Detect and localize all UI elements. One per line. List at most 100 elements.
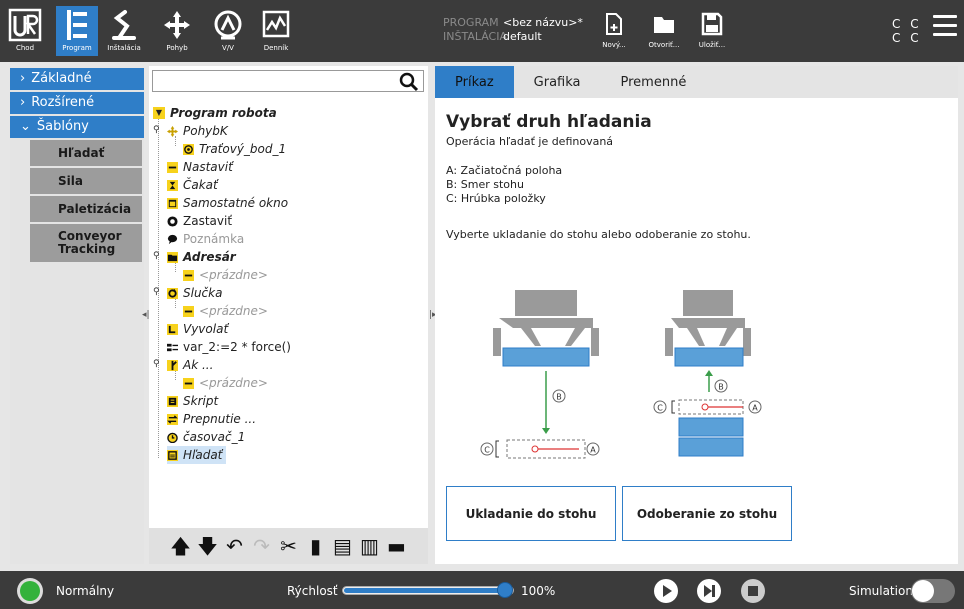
- installation-key: INŠTALÁCIA: [443, 30, 508, 43]
- template-search[interactable]: Hľadať: [30, 140, 142, 166]
- expand-arrow-icon[interactable]: ▼: [153, 107, 165, 119]
- gripper-icon: [493, 290, 599, 356]
- simulation-toggle[interactable]: [911, 579, 955, 603]
- tab-command[interactable]: Príkaz: [435, 66, 514, 98]
- play-button[interactable]: [654, 579, 678, 603]
- parameter-list: A: Začiatočná poloha B: Smer stohu C: Hr…: [446, 164, 562, 206]
- program-info: PROGRAM <bez názvu>* INŠTALÁCIAdefault: [443, 16, 583, 44]
- tree-node-halt[interactable]: Zastaviť: [167, 212, 232, 230]
- tree-node-comment[interactable]: Poznámka: [167, 230, 244, 248]
- nav-io[interactable]: V/V: [207, 6, 249, 56]
- tree-node-label: Skript: [183, 394, 219, 408]
- step-button[interactable]: [697, 579, 721, 603]
- move-down-icon[interactable]: 🡇: [197, 534, 219, 558]
- tab-graphics[interactable]: Grafika: [514, 66, 601, 98]
- tree-node-label: časovač_1: [183, 430, 246, 444]
- tree-node-label: Vyvolať: [183, 322, 229, 336]
- suppress-icon[interactable]: ▬: [386, 534, 408, 558]
- tree-node-empty[interactable]: <prázdne>: [183, 374, 268, 392]
- pin-icon[interactable]: ⚲: [153, 359, 160, 369]
- list-item: A: Začiatočná poloha: [446, 164, 563, 177]
- new-file-button[interactable]: Nový...: [594, 12, 634, 49]
- tree-node-timer[interactable]: časovač_1: [167, 428, 245, 446]
- tree-node-wait[interactable]: Čakať: [167, 176, 218, 194]
- hamburger-menu-icon[interactable]: [933, 15, 957, 42]
- empty-icon: [183, 377, 194, 389]
- panel-tabs: Príkaz Grafika Premenné: [435, 66, 958, 98]
- tree-node-label: Adresár: [183, 250, 236, 264]
- tree-node-label: var_2:=2 * force(): [183, 340, 291, 354]
- top-bar: Chod Program Inštalácia Pohyb V/V Denník…: [0, 0, 964, 62]
- speed-slider-knob[interactable]: [497, 582, 513, 598]
- tree-node-empty[interactable]: <prázdne>: [183, 266, 268, 284]
- pin-icon[interactable]: ⚲: [153, 125, 160, 135]
- cut-icon[interactable]: ✂: [278, 534, 300, 558]
- category-templates-label: Šablóny: [36, 119, 89, 134]
- power-status-icon[interactable]: [17, 578, 43, 604]
- tree-node-if[interactable]: Ak ...: [167, 356, 213, 374]
- open-file-button[interactable]: Otvoriť...: [644, 12, 684, 49]
- tree-node-loop[interactable]: Slučka: [167, 284, 222, 302]
- tree-node-assignment[interactable]: var_2:=2 * force(): [167, 338, 291, 356]
- program-icon: [67, 10, 87, 40]
- page-title: Vybrať druh hľadania: [446, 112, 652, 132]
- pin-icon[interactable]: ⚲: [153, 287, 160, 297]
- nav-move[interactable]: Pohyb: [156, 6, 198, 56]
- copy-icon[interactable]: ▮: [305, 534, 327, 558]
- simulation-label: Simulation: [849, 584, 913, 598]
- label-c: C: [657, 404, 663, 413]
- category-advanced[interactable]: › Rozšírené: [10, 92, 144, 114]
- stop-button[interactable]: [741, 579, 765, 603]
- tree-node-label: PohybK: [183, 124, 228, 138]
- tree-node-folder[interactable]: Adresár: [167, 248, 236, 266]
- delete-icon[interactable]: ▥: [359, 534, 381, 558]
- tree-node-set[interactable]: Nastaviť: [167, 158, 233, 176]
- cc-indicator: C C C C: [892, 17, 922, 45]
- template-force-label: Sila: [58, 174, 83, 188]
- template-palletizing[interactable]: Paletizácia: [30, 196, 142, 222]
- tree-node-label: Slučka: [183, 286, 223, 300]
- destacking-button[interactable]: Odoberanie zo stohu: [622, 486, 792, 541]
- template-search-label: Hľadať: [58, 146, 105, 160]
- robot-status: Normálny: [56, 584, 115, 598]
- tree-node-switch[interactable]: Prepnutie ...: [167, 410, 256, 428]
- tree-search-input[interactable]: [152, 70, 424, 92]
- category-templates[interactable]: ⌄ Šablóny: [10, 116, 144, 138]
- speed-slider[interactable]: [342, 582, 514, 598]
- tree-node-waypoint[interactable]: Traťový_bod_1: [183, 140, 286, 158]
- tree-node-root[interactable]: ▼ Program robota: [153, 104, 277, 122]
- ur-logo[interactable]: Chod: [6, 8, 44, 52]
- pin-icon[interactable]: ⚲: [153, 251, 160, 261]
- search-icon[interactable]: [399, 72, 419, 92]
- template-conveyor-tracking[interactable]: Conveyor Tracking: [30, 224, 142, 262]
- template-force[interactable]: Sila: [30, 168, 142, 194]
- nav-log[interactable]: Denník: [255, 6, 297, 56]
- tree-node-popup[interactable]: Samostatné okno: [167, 194, 288, 212]
- if-icon: [167, 359, 178, 371]
- tree-node-search-selected[interactable]: Hľadať: [167, 446, 227, 464]
- label-b: B: [718, 383, 724, 392]
- undo-icon[interactable]: ↶: [224, 534, 246, 558]
- label-a: A: [752, 404, 758, 413]
- tree-node-empty[interactable]: <prázdne>: [183, 302, 268, 320]
- comment-icon: [167, 234, 178, 244]
- move-up-icon[interactable]: 🡅: [170, 534, 192, 558]
- paste-icon[interactable]: ▤: [332, 534, 354, 558]
- stacking-button[interactable]: Ukladanie do stohu: [446, 486, 616, 541]
- save-file-button[interactable]: Uložiť...: [692, 12, 732, 49]
- tab-variables[interactable]: Premenné: [601, 66, 707, 98]
- tree-node-label: Program robota: [170, 106, 277, 120]
- tree-node-label: Traťový_bod_1: [199, 142, 287, 156]
- run-label: Chod: [15, 44, 35, 52]
- redo-icon[interactable]: ↷: [251, 534, 273, 558]
- tree-node-call[interactable]: Vyvolať: [167, 320, 228, 338]
- nav-program[interactable]: Program: [56, 6, 98, 56]
- speed-slider-fill: [344, 588, 512, 593]
- tree-node-script[interactable]: Skript: [167, 392, 218, 410]
- category-basic[interactable]: › Základné: [10, 68, 144, 90]
- chevron-right-icon: ›: [20, 95, 26, 110]
- hourglass-icon: [167, 179, 178, 191]
- tree-node-movel[interactable]: PohybK: [167, 122, 228, 140]
- tree-node-label: Poznámka: [183, 232, 245, 246]
- nav-installation[interactable]: Inštalácia: [101, 6, 147, 56]
